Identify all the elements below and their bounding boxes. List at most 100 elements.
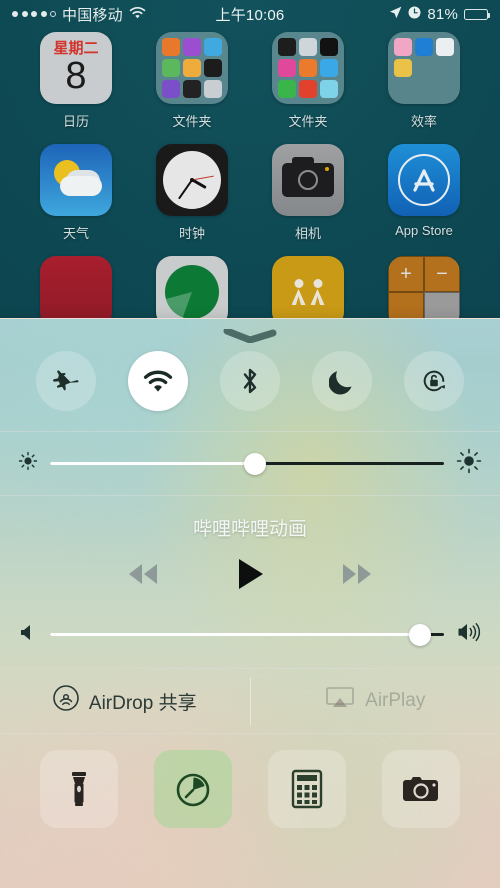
rotation-lock-icon (423, 370, 445, 392)
mini-icon-empty (436, 80, 454, 98)
calculator-button[interactable] (268, 750, 346, 828)
carrier-name: 中国移动 (62, 6, 123, 24)
signal-dot-empty (50, 11, 56, 17)
flashlight-button[interactable] (40, 750, 118, 828)
mini-icon (162, 80, 180, 98)
mini-icon (204, 38, 222, 56)
app-label: 相机 (294, 226, 321, 241)
camera-flash (325, 167, 329, 171)
status-bar: 中国移动 上午10:06 81% (0, 0, 500, 28)
mini-icon (278, 38, 296, 56)
airdrop-button[interactable]: AirDrop 共享 (0, 669, 250, 733)
flashlight-icon (72, 772, 86, 806)
app-app-store[interactable]: App Store (366, 144, 482, 242)
app-clock[interactable]: 时钟 (134, 144, 250, 242)
cloud-shape (60, 176, 102, 196)
clock-center (190, 178, 194, 182)
brightness-knob[interactable] (243, 452, 266, 475)
wifi-icon (129, 6, 146, 23)
app-label: 日历 (62, 114, 89, 129)
camera-lens (298, 170, 318, 190)
signal-dot (12, 11, 18, 17)
bluetooth-icon (243, 368, 257, 394)
camera-body (282, 157, 334, 197)
clock-icon (156, 144, 228, 216)
camera-button[interactable] (382, 750, 460, 828)
wifi-icon (143, 370, 173, 392)
app-store-icon (388, 144, 460, 216)
bluetooth-toggle[interactable] (220, 351, 280, 411)
app-folder-1[interactable]: 文件夹 (134, 32, 250, 130)
mini-icon (183, 38, 201, 56)
brightness-slider[interactable] (50, 452, 444, 475)
airplay-label: AirPlay (365, 690, 426, 711)
signal-dot (40, 11, 47, 17)
volume-slider-row (0, 605, 500, 664)
camera-icon (272, 144, 344, 216)
airplay-icon (325, 686, 355, 716)
app-weather[interactable]: 天气 (18, 144, 134, 242)
next-track-button[interactable] (337, 561, 377, 587)
volume-knob[interactable] (409, 623, 432, 646)
status-bar-left: 中国移动 (12, 4, 146, 25)
airdrop-label: AirDrop 共享 (88, 692, 197, 714)
speaker-wave-icon (456, 621, 482, 648)
now-playing-section: 哔哩哔哩动画 (0, 496, 500, 668)
grid-cell: + (388, 256, 424, 292)
alarm-clock-icon (408, 6, 421, 23)
speaker-mute-icon (18, 622, 38, 647)
app-label: 文件夹 (172, 114, 212, 129)
clock-second-hand (191, 175, 214, 181)
app-folder-productivity[interactable]: 效率 (366, 32, 482, 130)
share-row: AirDrop 共享 AirPlay (0, 669, 500, 733)
mini-icon-empty (394, 80, 412, 98)
play-button[interactable] (235, 557, 265, 591)
signal-dot (21, 11, 28, 17)
control-center-shortcuts (0, 734, 500, 850)
media-transport-controls (0, 551, 500, 605)
mini-icon (320, 80, 338, 98)
wifi-toggle[interactable] (128, 351, 188, 411)
app-camera[interactable]: 相机 (250, 144, 366, 242)
location-arrow-icon (389, 6, 402, 23)
do-not-disturb-toggle[interactable] (312, 351, 372, 411)
person-shape (291, 279, 307, 305)
clock-minute-hand (177, 179, 193, 200)
chevron-down-grabber[interactable] (223, 329, 277, 343)
mini-icon (162, 38, 180, 56)
app-label: 文件夹 (288, 114, 328, 129)
volume-slider[interactable] (50, 623, 444, 646)
calendar-icon: 星期二 8 (40, 32, 112, 104)
battery-percent-label: 81% (427, 5, 458, 23)
brightness-fill (50, 462, 255, 465)
airplane-mode-toggle[interactable] (36, 351, 96, 411)
app-folder-2[interactable]: 文件夹 (250, 32, 366, 130)
now-playing-title: 哔哩哔哩动画 (192, 519, 307, 540)
app-label: 时钟 (178, 226, 205, 241)
clock-face (163, 151, 221, 209)
mini-icon (204, 59, 222, 77)
signal-dot (31, 11, 37, 17)
folder-icon (272, 32, 344, 104)
mini-icon (299, 38, 317, 56)
mini-icon (299, 59, 317, 77)
timer-button[interactable] (154, 750, 232, 828)
airplay-button[interactable]: AirPlay (251, 669, 500, 733)
mini-icon (299, 80, 317, 98)
mini-icon (204, 80, 222, 98)
previous-track-button[interactable] (123, 561, 163, 587)
camera-icon (403, 777, 438, 801)
folder-icon (388, 32, 460, 104)
camera-viewfinder (292, 157, 314, 164)
rotation-lock-toggle[interactable] (404, 351, 464, 411)
moon-icon (329, 371, 352, 395)
grid-cell: − (424, 256, 460, 292)
mini-icon-empty (415, 80, 433, 98)
status-bar-right: 81% (389, 5, 490, 23)
brightness-slider-row (0, 432, 500, 495)
weather-icon (40, 144, 112, 216)
app-calendar[interactable]: 星期二 8 日历 (18, 32, 134, 130)
mini-icon (436, 38, 454, 56)
folder-mini-grid (162, 38, 222, 98)
control-center-panel: 哔哩哔哩动画 AirDrop 共享 AirPlay (0, 318, 500, 888)
